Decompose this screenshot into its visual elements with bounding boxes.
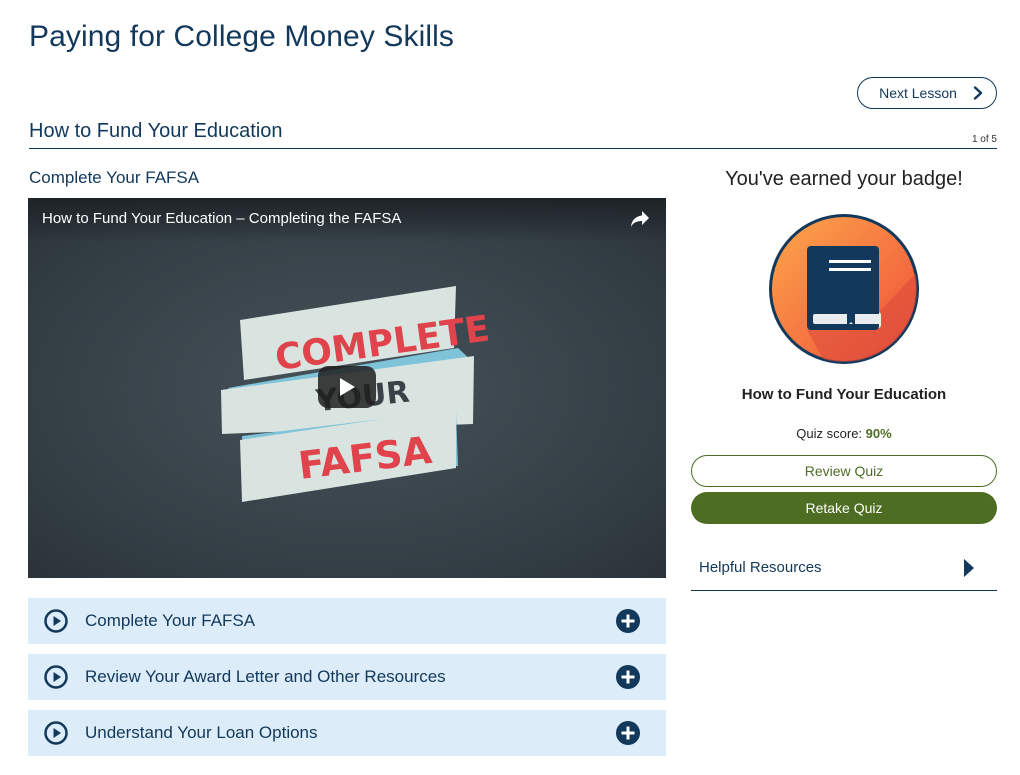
- badge-heading: You've earned your badge!: [725, 168, 963, 190]
- quiz-score-label: Quiz score:: [796, 426, 863, 441]
- quiz-score-value: 90%: [865, 426, 892, 441]
- lesson-divider: [29, 148, 997, 149]
- page-title: Paying for College Money Skills: [29, 20, 454, 53]
- triangle-right-icon: [964, 559, 974, 577]
- helpful-resources-link[interactable]: Helpful Resources: [691, 546, 997, 591]
- video-play-button[interactable]: [318, 366, 376, 408]
- accordion-item-loan-options[interactable]: Understand Your Loan Options: [28, 710, 666, 756]
- chevron-right-icon: [973, 86, 983, 100]
- book-badge-icon: [769, 214, 919, 364]
- video-player[interactable]: COMPLETE YOUR FAFSA How to Fund Your Edu…: [28, 198, 666, 578]
- retake-quiz-button[interactable]: Retake Quiz: [691, 492, 997, 524]
- accordion-label: Understand Your Loan Options: [85, 723, 318, 742]
- accordion-label: Review Your Award Letter and Other Resou…: [85, 667, 446, 686]
- play-circle-icon: [44, 609, 68, 633]
- quiz-score: Quiz score: 90%: [691, 426, 997, 441]
- badge-name: How to Fund Your Education: [741, 386, 947, 403]
- plus-circle-icon[interactable]: [616, 609, 640, 633]
- lesson-title: How to Fund Your Education: [29, 120, 283, 142]
- accordion-item-review-award-letter[interactable]: Review Your Award Letter and Other Resou…: [28, 654, 666, 700]
- next-lesson-label: Next Lesson: [879, 85, 957, 101]
- play-icon: [340, 378, 355, 396]
- video-title[interactable]: How to Fund Your Education – Completing …: [42, 210, 401, 227]
- accordion-label: Complete Your FAFSA: [85, 611, 256, 630]
- lesson-counter: 1 of 5: [971, 134, 997, 145]
- section-title: Complete Your FAFSA: [29, 168, 200, 187]
- play-circle-icon: [44, 665, 68, 689]
- helpful-resources-label: Helpful Resources: [699, 559, 822, 576]
- plus-circle-icon[interactable]: [616, 665, 640, 689]
- review-quiz-button[interactable]: Review Quiz: [691, 455, 997, 487]
- share-arrow-icon[interactable]: [630, 210, 650, 228]
- plus-circle-icon[interactable]: [616, 721, 640, 745]
- accordion-item-complete-fafsa[interactable]: Complete Your FAFSA: [28, 598, 666, 644]
- next-lesson-button[interactable]: Next Lesson: [857, 77, 997, 109]
- play-circle-icon: [44, 721, 68, 745]
